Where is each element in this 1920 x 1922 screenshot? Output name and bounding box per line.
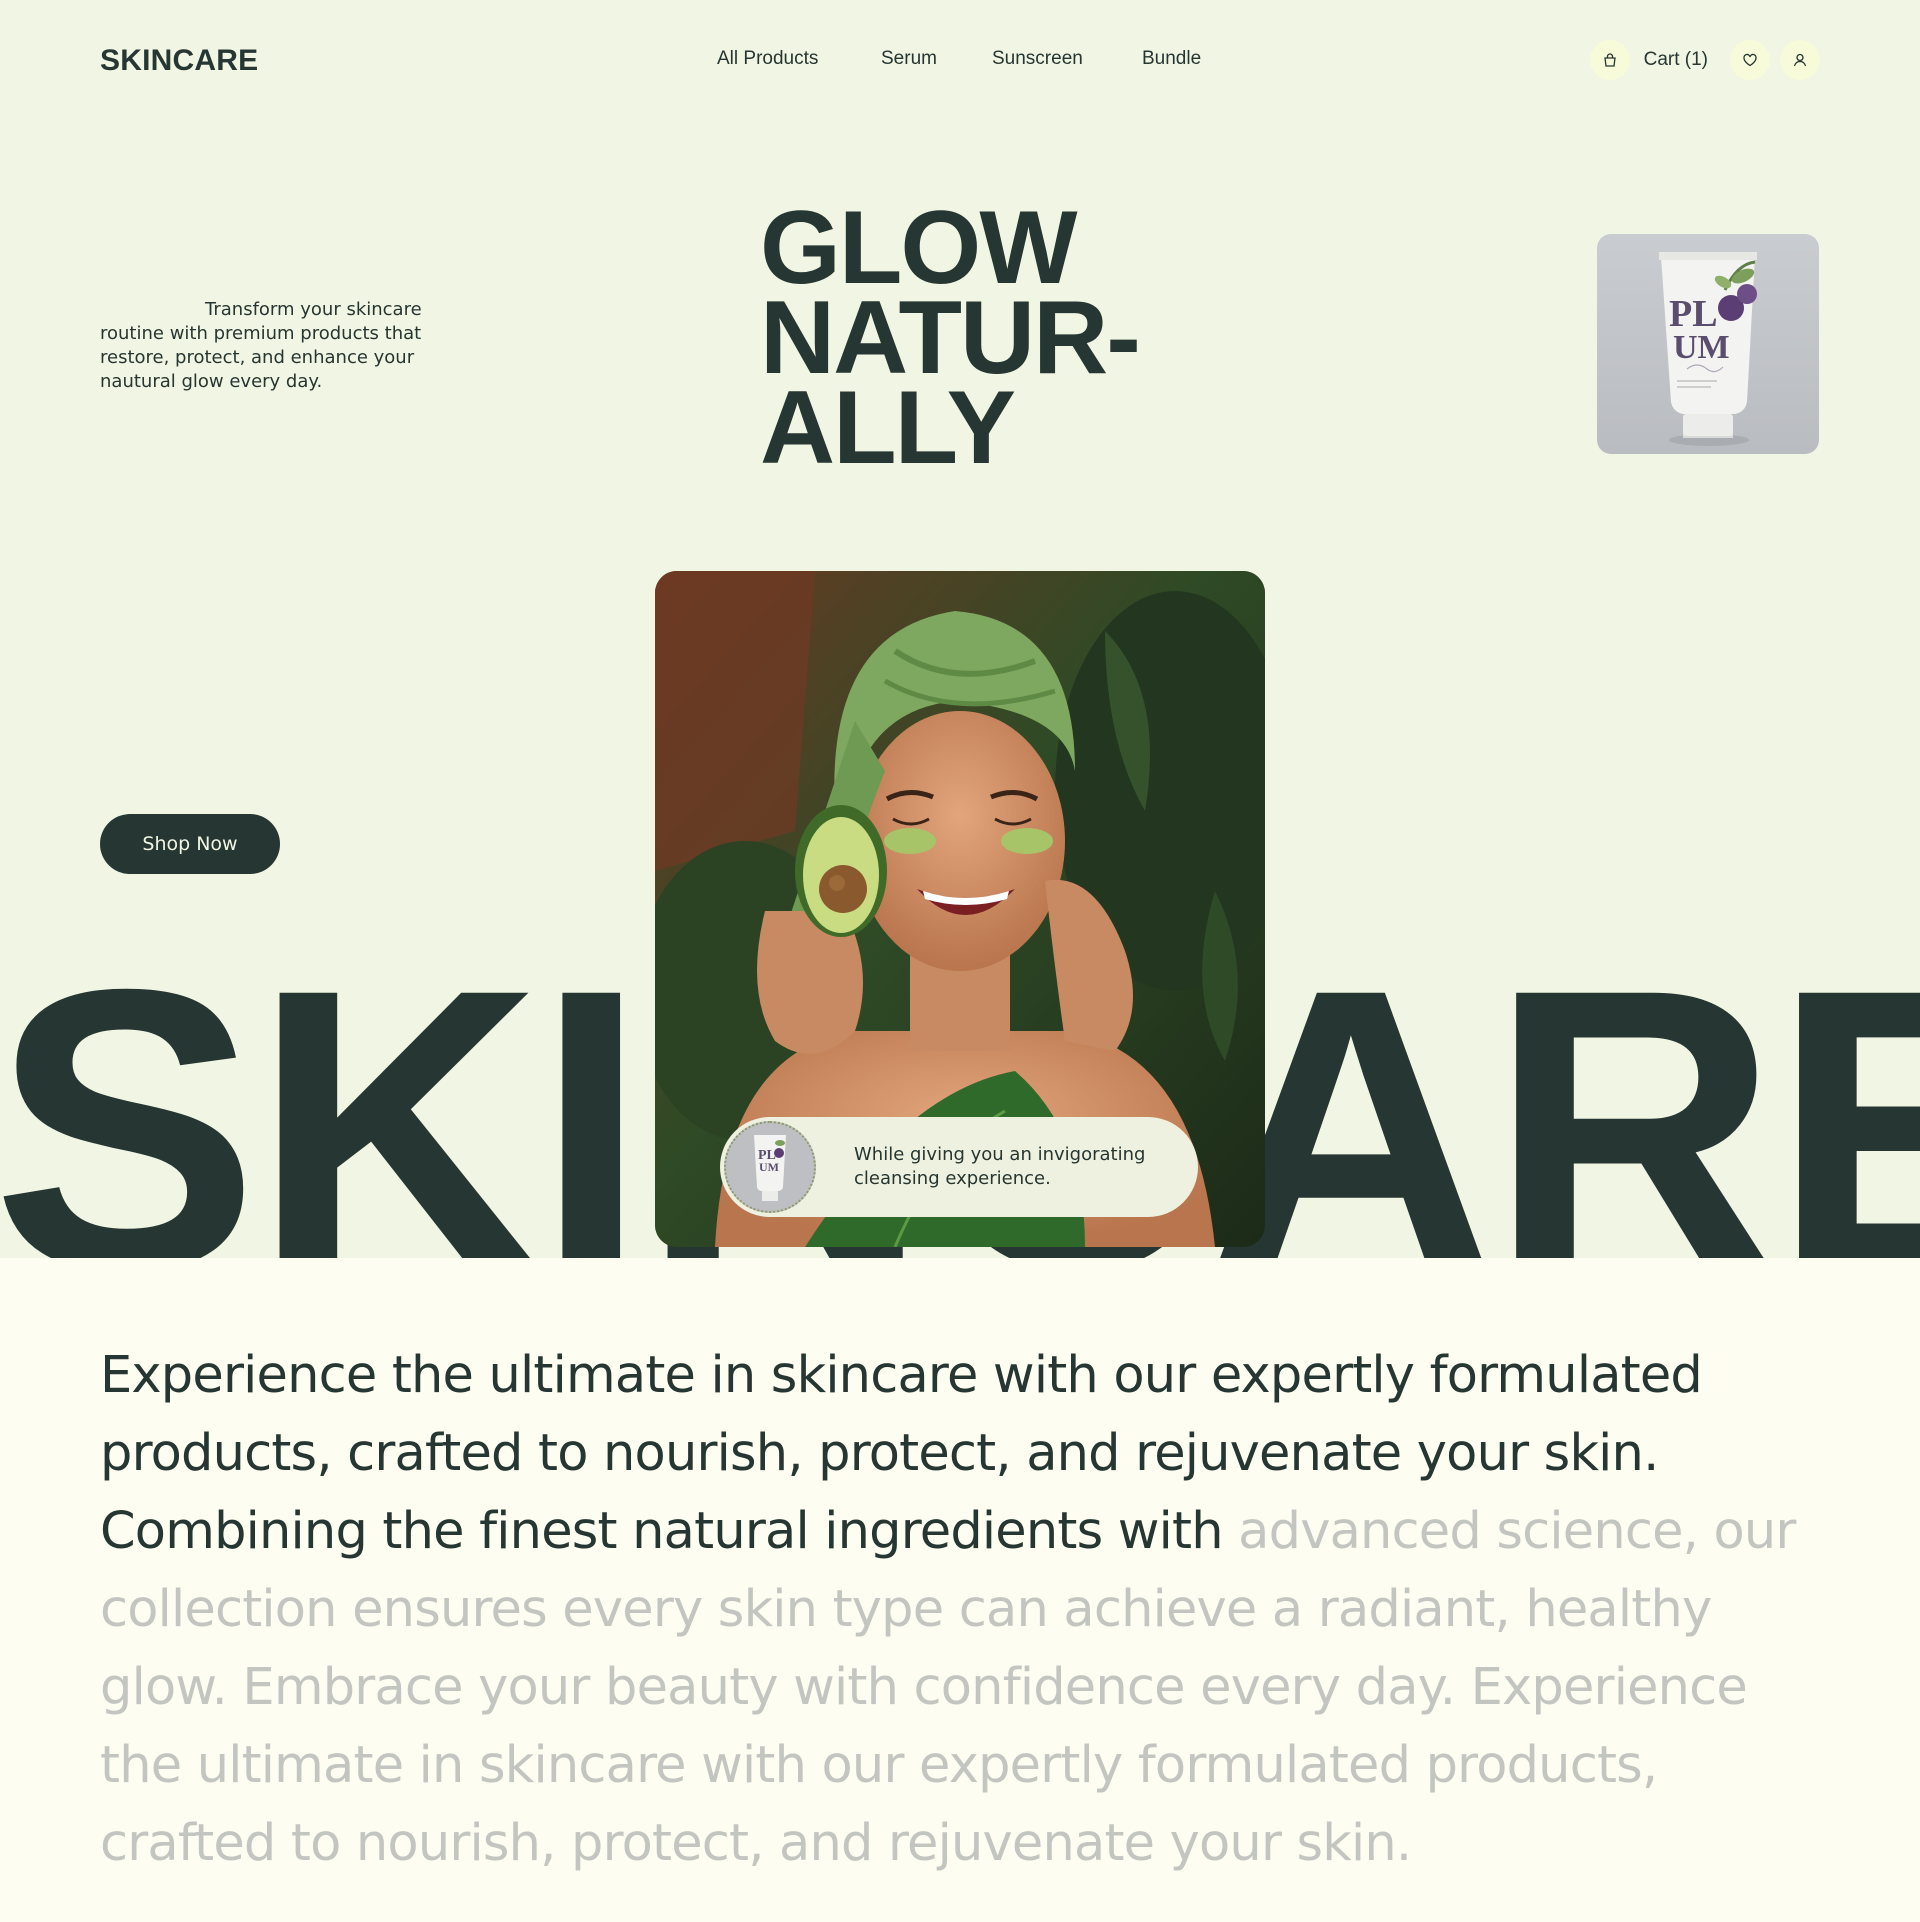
nav-link-sunscreen[interactable]: Sunscreen [992,48,1083,70]
hero-headline: GLOW NATUR- ALLY [760,196,1141,486]
wishlist-button[interactable] [1730,40,1770,80]
about-paragraph: Experience the ultimate in skincare with… [100,1337,1840,1883]
shop-now-button[interactable]: Shop Now [100,814,280,874]
mini-plum-tube: PL UM [754,1135,786,1201]
featured-product-image[interactable]: PL UM [1597,234,1819,454]
cart-label[interactable]: Cart (1) [1644,49,1708,71]
tube-label-um: UM [1673,329,1730,366]
nav-link-bundle[interactable]: Bundle [1142,48,1201,70]
mini-label-um: UM [759,1160,779,1174]
bag-icon [1603,53,1616,67]
nav-link-all-products[interactable]: All Products [717,48,818,70]
callout-text: While giving you an invigorating cleansi… [854,1144,1146,1189]
cart-button[interactable] [1589,40,1630,80]
headline-line-3: ALLY [760,370,1016,486]
hero-intro-text: Transform your skincare routine with pre… [100,299,422,392]
nav-actions: Cart (1) [1589,40,1820,80]
account-button[interactable] [1780,40,1820,80]
product-callout[interactable]: PL UM While giving you an invigorating c… [720,1117,1198,1217]
nav-link-serum[interactable]: Serum [881,48,937,70]
hero-section: SKINCARE All Products Serum Sunscreen Bu… [0,0,1920,1258]
callout-product-thumb: PL UM [724,1121,816,1213]
heart-icon [1743,53,1757,67]
user-icon [1793,53,1807,67]
plum-tube-illustration: PL UM [1659,252,1757,446]
